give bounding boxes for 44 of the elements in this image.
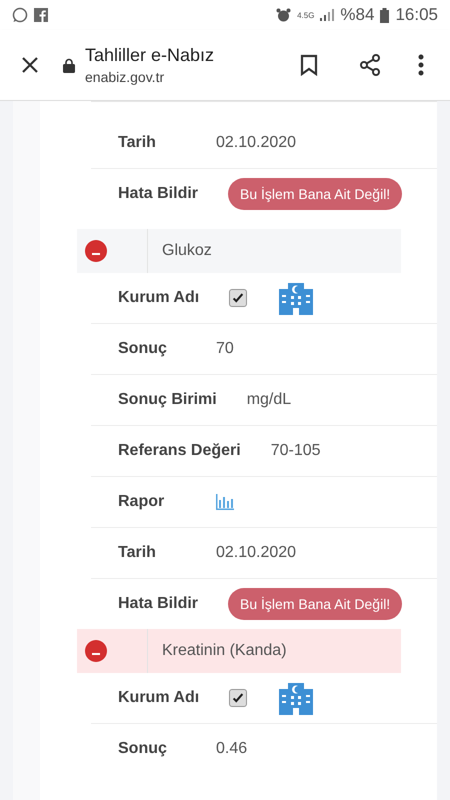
page-url: enabiz.gov.tr [85, 69, 166, 85]
collapse-icon[interactable] [85, 240, 107, 262]
bar-chart-icon[interactable] [216, 494, 234, 510]
collapse-icon[interactable] [85, 640, 107, 662]
check-icon [231, 291, 246, 305]
field-value: 0.46 [216, 740, 248, 758]
field-label: Sonuç Birimi [118, 391, 217, 409]
field-value: 02.10.2020 [216, 544, 296, 562]
lock-icon [63, 58, 75, 72]
checkbox[interactable] [229, 689, 248, 707]
close-icon[interactable] [20, 55, 40, 75]
checkbox[interactable] [229, 289, 248, 307]
page-title: Tahliller e-Nabız [85, 45, 216, 66]
battery-percent: %84 [340, 5, 374, 25]
test-header[interactable]: Kreatinin (Kanda) [77, 629, 401, 673]
hospital-icon [279, 281, 314, 315]
field-label: Rapor [118, 493, 166, 511]
field-label: Hata Bildir [118, 185, 198, 203]
battery-icon [380, 8, 390, 22]
network-type: 4.5G [297, 10, 314, 20]
field-label: Kurum Adı [118, 689, 200, 707]
chat-app-icon [12, 7, 28, 23]
signal-icon [320, 9, 334, 21]
field-label: Sonuç [118, 340, 168, 358]
test-header[interactable]: Glukoz [77, 229, 401, 273]
field-value: mg/dL [246, 391, 292, 409]
field-label: Referans Değeri [118, 442, 241, 460]
field-value: 02.10.2020 [216, 134, 296, 152]
field-label: Tarih [118, 544, 157, 562]
hospital-icon [279, 681, 314, 715]
field-label: Tarih [118, 134, 157, 152]
bookmark-icon[interactable] [300, 54, 318, 76]
field-label: Sonuç [118, 740, 168, 758]
field-value: 70-105 [270, 442, 321, 460]
check-icon [231, 691, 246, 705]
clock: 16:05 [395, 5, 438, 25]
menu-icon[interactable] [418, 54, 424, 76]
report-error-button[interactable]: Bu İşlem Bana Ait Değil! [228, 588, 402, 620]
field-label: Kurum Adı [118, 289, 200, 307]
social-app-icon [34, 8, 48, 22]
field-value: 70 [216, 340, 234, 358]
share-icon[interactable] [358, 53, 382, 77]
field-label: Hata Bildir [118, 595, 198, 613]
report-error-button[interactable]: Bu İşlem Bana Ait Değil! [228, 178, 402, 210]
